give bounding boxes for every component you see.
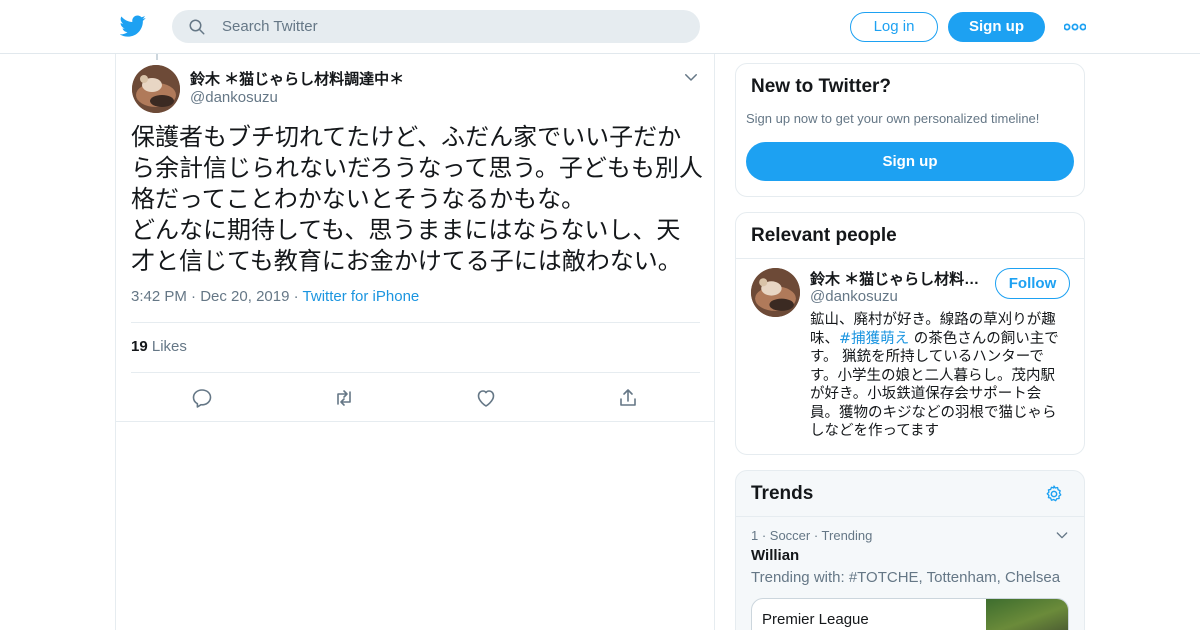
more-options-icon[interactable] [1064, 17, 1086, 37]
meta-separator: · [293, 288, 303, 305]
trend-card[interactable]: Premier League [751, 598, 1069, 630]
likes-label: Likes [151, 338, 187, 355]
twitter-bird-icon[interactable] [120, 13, 146, 39]
author-handle[interactable]: @dankosuzu [190, 89, 278, 106]
follow-button[interactable]: Follow [995, 268, 1070, 299]
module-title: New to Twitter? [751, 76, 892, 97]
trend-card-label: Premier League [762, 611, 869, 628]
bio-line: が好き。小坂鉄道保存会サポート会 [810, 386, 1042, 402]
relevant-people-module: Relevant people 鈴木 ＊猫じゃらし材料調達中＊ @dankosu… [735, 212, 1085, 455]
avatar-image [751, 268, 800, 317]
avatar-image [132, 65, 180, 113]
chevron-down-icon[interactable] [1054, 527, 1070, 543]
divider [131, 372, 700, 373]
bio-line: 味、#捕獲萌え の茶色さんの飼い主で [810, 330, 1072, 349]
module-subtitle: Sign up now to get your own personalized… [746, 111, 1040, 126]
person-bio: 鉱山、廃村が好き。線路の草刈りが趣 味、#捕獲萌え の茶色さんの飼い主で す。 … [810, 311, 1072, 441]
bio-text: の茶色さんの飼い主で [909, 330, 1059, 347]
login-button[interactable]: Log in [850, 12, 938, 42]
bio-text: 味、 [810, 330, 839, 347]
person-handle[interactable]: @dankosuzu [810, 288, 898, 305]
settings-gear-icon[interactable] [1044, 484, 1064, 504]
search-input[interactable] [222, 10, 682, 43]
signup-module-button[interactable]: Sign up [746, 142, 1074, 181]
person-avatar[interactable] [751, 268, 800, 317]
reply-icon[interactable] [190, 386, 214, 410]
bio-line: す。小学生の娘と二人暮らし。茂内駅 [810, 367, 1056, 384]
likes-number: 19 [131, 338, 148, 355]
signup-button[interactable]: Sign up [948, 12, 1045, 42]
like-heart-icon[interactable] [474, 386, 498, 410]
bio-line: す。 猟銃を所持しているハンターで [810, 349, 1044, 365]
module-title: Relevant people [751, 225, 897, 246]
divider [736, 516, 1084, 517]
trend-card-thumbnail [986, 599, 1068, 630]
tweet-metadata: 3:42 PM · Dec 20, 2019 · Twitter for iPh… [131, 288, 419, 305]
new-to-twitter-module: New to Twitter? Sign up now to get your … [735, 63, 1085, 197]
tweet-detail-column: 鈴木 ＊猫じゃらし材料調達中＊ @dankosuzu 保護者もブチ切れてたけど、… [115, 54, 715, 630]
person-name[interactable]: 鈴木 ＊猫じゃらし材料調達中＊ [810, 268, 986, 289]
bio-line: 鉱山、廃村が好き。線路の草刈りが趣 [810, 312, 1056, 328]
bio-line: 員。獲物のキジなどの羽根で猫じゃら [810, 404, 1057, 421]
divider [116, 421, 714, 422]
trend-context: 1 · Soccer · Trending [751, 528, 873, 543]
tweet-source-link[interactable]: Twitter for iPhone [303, 288, 420, 305]
bio-line: しなどを作ってます [810, 423, 940, 439]
tweet-text: 保護者もブチ切れてたけど、ふだん家でいい子だか ら余計信じられないだろうなって思… [131, 122, 706, 277]
top-navigation-bar: Log in Sign up [0, 0, 1200, 54]
author-avatar[interactable] [132, 65, 180, 113]
meta-separator: · [191, 288, 201, 305]
tweet-text-line: 格だってことわかないとそうなるかもな。 [131, 185, 586, 213]
tweet-text-line: ら余計信じられないだろうなって思う。子どもも別人 [131, 154, 703, 182]
author-name[interactable]: 鈴木 ＊猫じゃらし材料調達中＊ [190, 68, 404, 89]
trends-module: Trends 1 · Soccer · Trending Willian Tre… [735, 470, 1085, 630]
tweet-date[interactable]: Dec 20, 2019 [200, 288, 289, 305]
tweet-time[interactable]: 3:42 PM [131, 288, 187, 305]
divider [131, 322, 700, 323]
likes-count[interactable]: 19 Likes [131, 338, 187, 355]
divider [736, 258, 1084, 259]
tweet-text-line: 保護者もブチ切れてたけど、ふだん家でいい子だか [131, 123, 682, 151]
trend-name[interactable]: Willian [751, 547, 799, 564]
retweet-icon[interactable] [332, 386, 356, 410]
chevron-down-icon[interactable] [682, 68, 700, 86]
tweet-text-line: 才と信じても教育にお金かけてる子には敵わない。 [131, 247, 682, 275]
tweet-text-line: どんなに期待しても、思うままにはならないし、天 [131, 216, 681, 244]
trend-related: Trending with: #TOTCHE, Tottenham, Chels… [751, 569, 1061, 586]
search-icon [189, 19, 205, 35]
thread-connector-line [156, 54, 158, 60]
search-bar[interactable] [172, 10, 700, 43]
hashtag-link[interactable]: #捕獲萌え [839, 331, 909, 347]
share-icon[interactable] [616, 386, 640, 410]
module-title: Trends [751, 483, 814, 504]
